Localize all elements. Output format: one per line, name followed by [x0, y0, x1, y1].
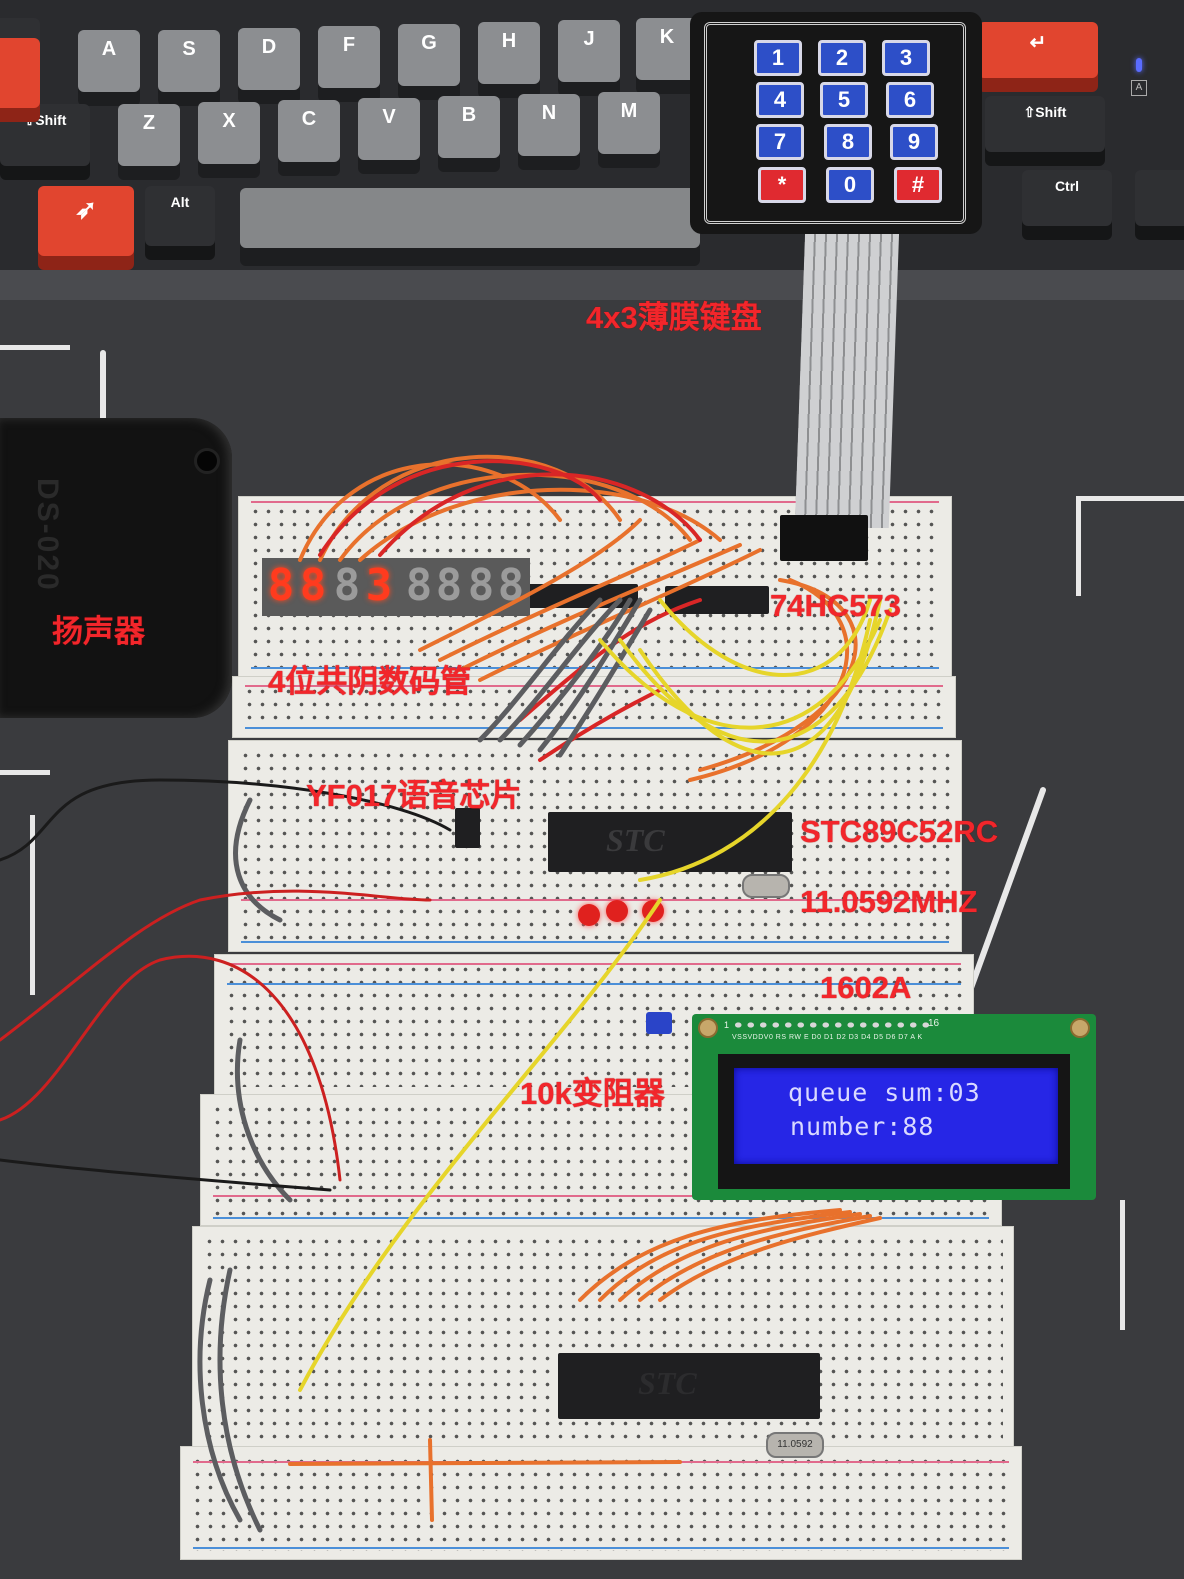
annotation-crystal: 11.0592MHZ [800, 884, 978, 919]
mount-hole [698, 1018, 718, 1038]
mount-hole [1070, 1018, 1090, 1038]
gray-wire-bundle [197, 597, 653, 1533]
red-wire-long [0, 889, 432, 1182]
lcd-1602a-module: 1 16 VSSVDDV0 RS RW E D0 D1 D2 D3 D4 D5 … [692, 1014, 1096, 1200]
lcd-pin-labels: VSSVDDV0 RS RW E D0 D1 D2 D3 D4 D5 D6 D7… [732, 1034, 923, 1041]
annotation-lcd: 1602A [820, 970, 912, 1005]
lcd-header-pins [732, 1020, 932, 1030]
annotation-mcu: STC89C52RC [800, 814, 999, 849]
annotation-potentiometer: 10k变阻器 [520, 1076, 665, 1111]
lcd-screen: queue sum:03 number:88 [734, 1068, 1058, 1164]
annotation-voice-chip: YF017语音芯片 [306, 778, 522, 813]
annotation-74hc573: 74HC573 [770, 588, 901, 623]
lcd-pin-start: 1 [724, 1020, 730, 1030]
annotation-speaker: 扬声器 [52, 614, 145, 649]
lcd-line-1: queue sum:03 [788, 1078, 981, 1107]
jumper-wires [0, 454, 892, 1533]
red-wire-bundle-top [318, 459, 702, 762]
lcd-line-2: number:88 [790, 1112, 935, 1141]
lcd-pin-end: 16 [928, 1018, 940, 1029]
orange-wire-bundle-bottom [288, 1208, 882, 1522]
annotation-seven-segment: 4位共阴数码管 [268, 664, 472, 699]
yellow-wire-bundle [298, 598, 892, 1392]
annotation-keypad: 4x3薄膜键盘 [586, 300, 762, 335]
